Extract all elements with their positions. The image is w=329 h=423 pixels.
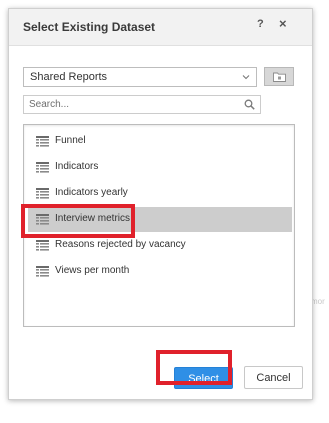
dataset-table-icon	[36, 188, 49, 199]
select-button[interactable]: Select	[174, 367, 233, 389]
search-input[interactable]	[29, 98, 234, 111]
dataset-item-label: Reasons rejected by vacancy	[55, 239, 186, 250]
dataset-item-label: Indicators	[55, 161, 99, 172]
help-button[interactable]: ?	[257, 18, 264, 30]
folder-icon	[273, 72, 286, 82]
dialog-header: Select Existing Dataset ? ×	[9, 9, 312, 46]
dataset-item-label: Views per month	[55, 265, 130, 276]
dataset-item-indicators-yearly[interactable]: Indicators yearly	[28, 181, 292, 206]
dataset-table-icon	[36, 266, 49, 277]
cancel-button[interactable]: Cancel	[244, 366, 303, 389]
dataset-list: Funnel Indicators Indicators yearly Inte…	[23, 124, 295, 327]
folder-button[interactable]	[264, 67, 294, 86]
close-button[interactable]: ×	[279, 17, 287, 30]
dataset-source-value: Shared Reports	[30, 71, 108, 83]
dataset-table-icon	[36, 214, 49, 225]
chevron-down-icon	[242, 75, 250, 80]
select-dataset-dialog: Select Existing Dataset ? × Shared Repor…	[8, 8, 313, 400]
dataset-item-reasons-rejected[interactable]: Reasons rejected by vacancy	[28, 233, 292, 258]
dataset-item-indicators[interactable]: Indicators	[28, 155, 292, 180]
dataset-item-label: Interview metrics	[55, 213, 131, 224]
dataset-table-icon	[36, 136, 49, 147]
dataset-item-label: Funnel	[55, 135, 86, 146]
search-box	[23, 95, 261, 114]
dataset-item-interview-metrics[interactable]: Interview metrics	[28, 207, 292, 232]
dataset-table-icon	[36, 162, 49, 173]
dataset-item-label: Indicators yearly	[55, 187, 128, 198]
dialog-title: Select Existing Dataset	[23, 20, 156, 34]
dataset-source-select[interactable]: Shared Reports	[23, 67, 257, 87]
dataset-item-views-per-month[interactable]: Views per month	[28, 259, 292, 284]
dataset-item-funnel[interactable]: Funnel	[28, 129, 292, 154]
background-partial-text: mor	[311, 297, 325, 306]
dataset-table-icon	[36, 240, 49, 251]
search-icon[interactable]	[244, 99, 255, 110]
